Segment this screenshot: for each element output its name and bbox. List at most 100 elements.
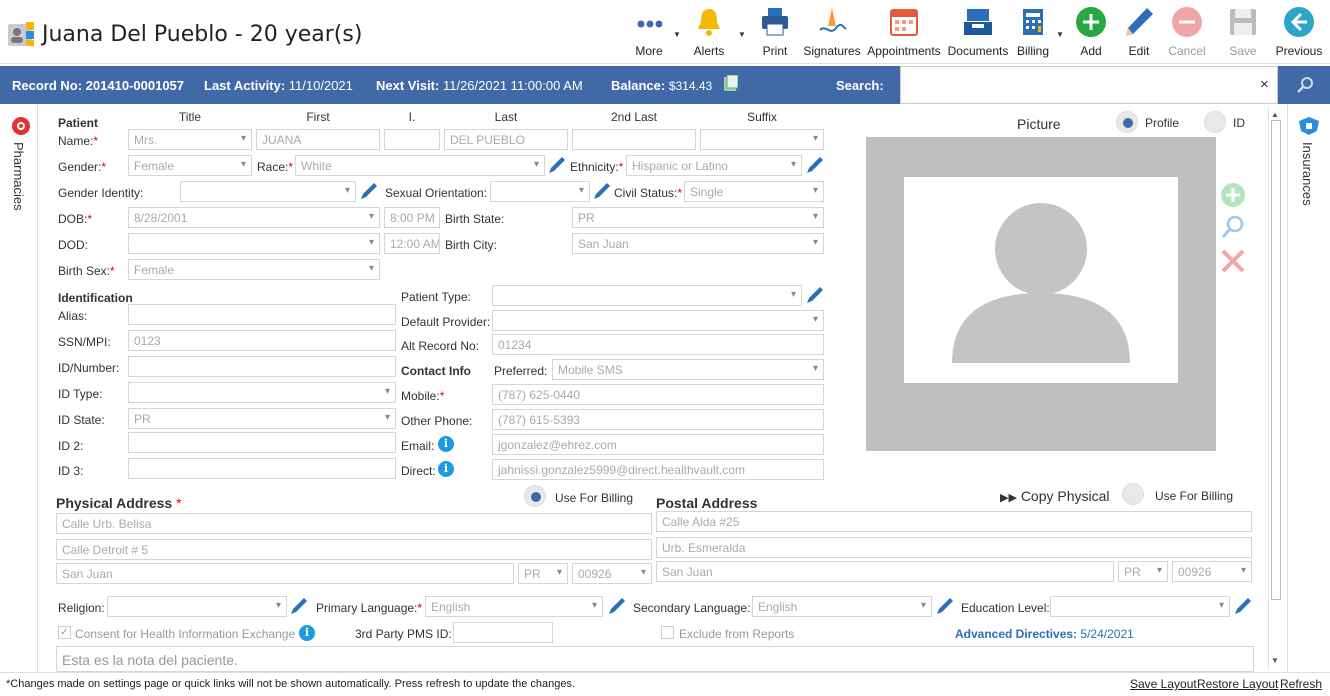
zoom-photo-icon[interactable] — [1220, 214, 1246, 240]
vertical-scrollbar[interactable]: ▲ ▼ — [1268, 108, 1283, 668]
religion-select[interactable] — [107, 596, 287, 617]
id-number-field[interactable] — [128, 356, 396, 377]
postal-line1-field[interactable]: Calle Alda #25 — [656, 511, 1252, 532]
dod-time-field[interactable]: 12:00 AM — [384, 233, 440, 254]
birth-city-select[interactable]: San Juan — [572, 233, 824, 254]
refresh-link[interactable]: Refresh — [1280, 677, 1322, 691]
education-level-select[interactable] — [1050, 596, 1230, 617]
pms-id-field[interactable] — [453, 622, 553, 643]
insurances-panel[interactable]: Insurances — [1287, 104, 1330, 672]
first-name-field[interactable]: JUANA — [256, 129, 380, 150]
alerts-button[interactable]: Alerts — [688, 6, 730, 62]
alt-record-field[interactable]: 01234 — [492, 334, 824, 355]
patient-note-field[interactable]: Esta es la nota del paciente. — [56, 646, 1254, 672]
postal-zip-select[interactable]: 00926 — [1172, 561, 1252, 582]
edit-button[interactable]: Edit — [1118, 6, 1160, 62]
restore-layout-link[interactable]: Restore Layout — [1197, 677, 1278, 691]
email-field[interactable]: jgonzalez@ehrez.com — [492, 434, 824, 455]
scroll-down-icon[interactable]: ▼ — [1271, 656, 1279, 665]
signatures-button[interactable]: Signatures — [802, 6, 862, 62]
id-state-select[interactable]: PR — [128, 408, 396, 429]
physical-zip-select[interactable]: 00926 — [572, 563, 652, 584]
id-radio[interactable] — [1204, 111, 1226, 133]
alias-field[interactable] — [128, 304, 396, 325]
suffix-select[interactable] — [700, 129, 824, 150]
consent-checkbox[interactable]: ✓ — [58, 626, 71, 639]
pharmacies-panel[interactable]: Pharmacies — [0, 104, 38, 672]
alerts-dropdown-icon[interactable]: ▼ — [738, 30, 746, 39]
save-layout-link[interactable]: Save Layout — [1130, 677, 1197, 691]
print-button[interactable]: Print — [754, 6, 796, 62]
search-input[interactable] — [900, 66, 1278, 104]
more-dropdown-icon[interactable]: ▼ — [673, 30, 681, 39]
dob-field[interactable]: 8/28/2001 — [128, 207, 380, 228]
initial-field[interactable] — [384, 129, 440, 150]
edit-sexual-orientation-icon[interactable] — [593, 182, 611, 200]
title-select[interactable]: Mrs. — [128, 129, 252, 150]
profile-radio[interactable] — [1116, 111, 1138, 133]
save-button[interactable]: Save — [1220, 6, 1266, 62]
edit-patient-type-icon[interactable] — [806, 286, 824, 304]
clear-search-icon[interactable]: × — [1260, 76, 1269, 93]
add-button[interactable]: Add — [1070, 6, 1112, 62]
billing-button[interactable]: Billing — [1012, 6, 1054, 62]
edit-ethnicity-icon[interactable] — [806, 156, 824, 174]
consent-info-icon[interactable]: i — [299, 625, 315, 641]
secondary-language-select[interactable]: English — [752, 596, 932, 617]
birth-state-select[interactable]: PR — [572, 207, 824, 228]
direct-info-icon[interactable]: i — [438, 461, 454, 477]
edit-race-icon[interactable] — [548, 156, 566, 174]
physical-city-field[interactable]: San Juan — [56, 563, 514, 584]
ethnicity-select[interactable]: Hispanic or Latino — [626, 155, 802, 176]
race-select[interactable]: White — [295, 155, 545, 176]
preferred-contact-select[interactable]: Mobile SMS — [552, 359, 824, 380]
physical-state-select[interactable]: PR — [518, 563, 568, 584]
exclude-reports-checkbox[interactable] — [661, 626, 674, 639]
delete-photo-icon[interactable] — [1220, 248, 1246, 274]
direct-email-field[interactable]: jahnissi.gonzalez5999@direct.healthvault… — [492, 459, 824, 480]
gender-select[interactable]: Female — [128, 155, 252, 176]
default-provider-select[interactable] — [492, 310, 824, 331]
appointments-button[interactable]: Appointments — [865, 6, 943, 62]
postal-line2-field[interactable]: Urb. Esmeralda — [656, 537, 1252, 558]
documents-button[interactable]: Documents — [946, 6, 1010, 62]
ledger-icon[interactable] — [724, 74, 739, 91]
copy-physical-button[interactable]: ▶▶ Copy Physical — [1000, 488, 1110, 504]
id2-field[interactable] — [128, 432, 396, 453]
dod-field[interactable] — [128, 233, 380, 254]
mobile-field[interactable]: (787) 625-0440 — [492, 384, 824, 405]
birth-sex-select[interactable]: Female — [128, 259, 380, 280]
civil-status-select[interactable]: Single — [684, 181, 824, 202]
second-last-field[interactable] — [572, 129, 696, 150]
last-name-field[interactable]: DEL PUEBLO — [444, 129, 568, 150]
id3-field[interactable] — [128, 458, 396, 479]
add-photo-icon[interactable] — [1220, 182, 1246, 208]
scroll-up-icon[interactable]: ▲ — [1271, 110, 1279, 119]
physical-line2-field[interactable]: Calle Detroit # 5 — [56, 539, 652, 560]
dob-time-field[interactable]: 8:00 PM — [384, 207, 440, 228]
physical-line1-field[interactable]: Calle Urb. Belisa — [56, 513, 652, 534]
id-type-select[interactable] — [128, 382, 396, 403]
previous-button[interactable]: Previous — [1274, 6, 1324, 62]
gender-identity-select[interactable] — [180, 181, 356, 202]
postal-state-select[interactable]: PR — [1118, 561, 1168, 582]
email-info-icon[interactable]: i — [438, 436, 454, 452]
search-button[interactable] — [1280, 66, 1330, 104]
edit-primary-language-icon[interactable] — [608, 597, 626, 615]
other-phone-field[interactable]: (787) 615-5393 — [492, 409, 824, 430]
edit-religion-icon[interactable] — [290, 597, 308, 615]
billing-dropdown-icon[interactable]: ▼ — [1056, 30, 1064, 39]
edit-education-level-icon[interactable] — [1234, 597, 1252, 615]
sexual-orientation-select[interactable] — [490, 181, 590, 202]
cancel-button[interactable]: Cancel — [1164, 6, 1210, 62]
more-button[interactable]: More — [626, 6, 672, 62]
postal-billing-radio[interactable] — [1122, 483, 1144, 505]
scroll-thumb[interactable] — [1271, 120, 1281, 600]
advanced-directives[interactable]: Advanced Directives: 5/24/2021 — [955, 627, 1134, 641]
primary-language-select[interactable]: English — [425, 596, 603, 617]
physical-billing-radio[interactable] — [524, 485, 546, 507]
edit-gender-identity-icon[interactable] — [360, 182, 378, 200]
ssn-field[interactable]: 0123 — [128, 330, 396, 351]
edit-secondary-language-icon[interactable] — [936, 597, 954, 615]
patient-type-select[interactable] — [492, 285, 802, 306]
